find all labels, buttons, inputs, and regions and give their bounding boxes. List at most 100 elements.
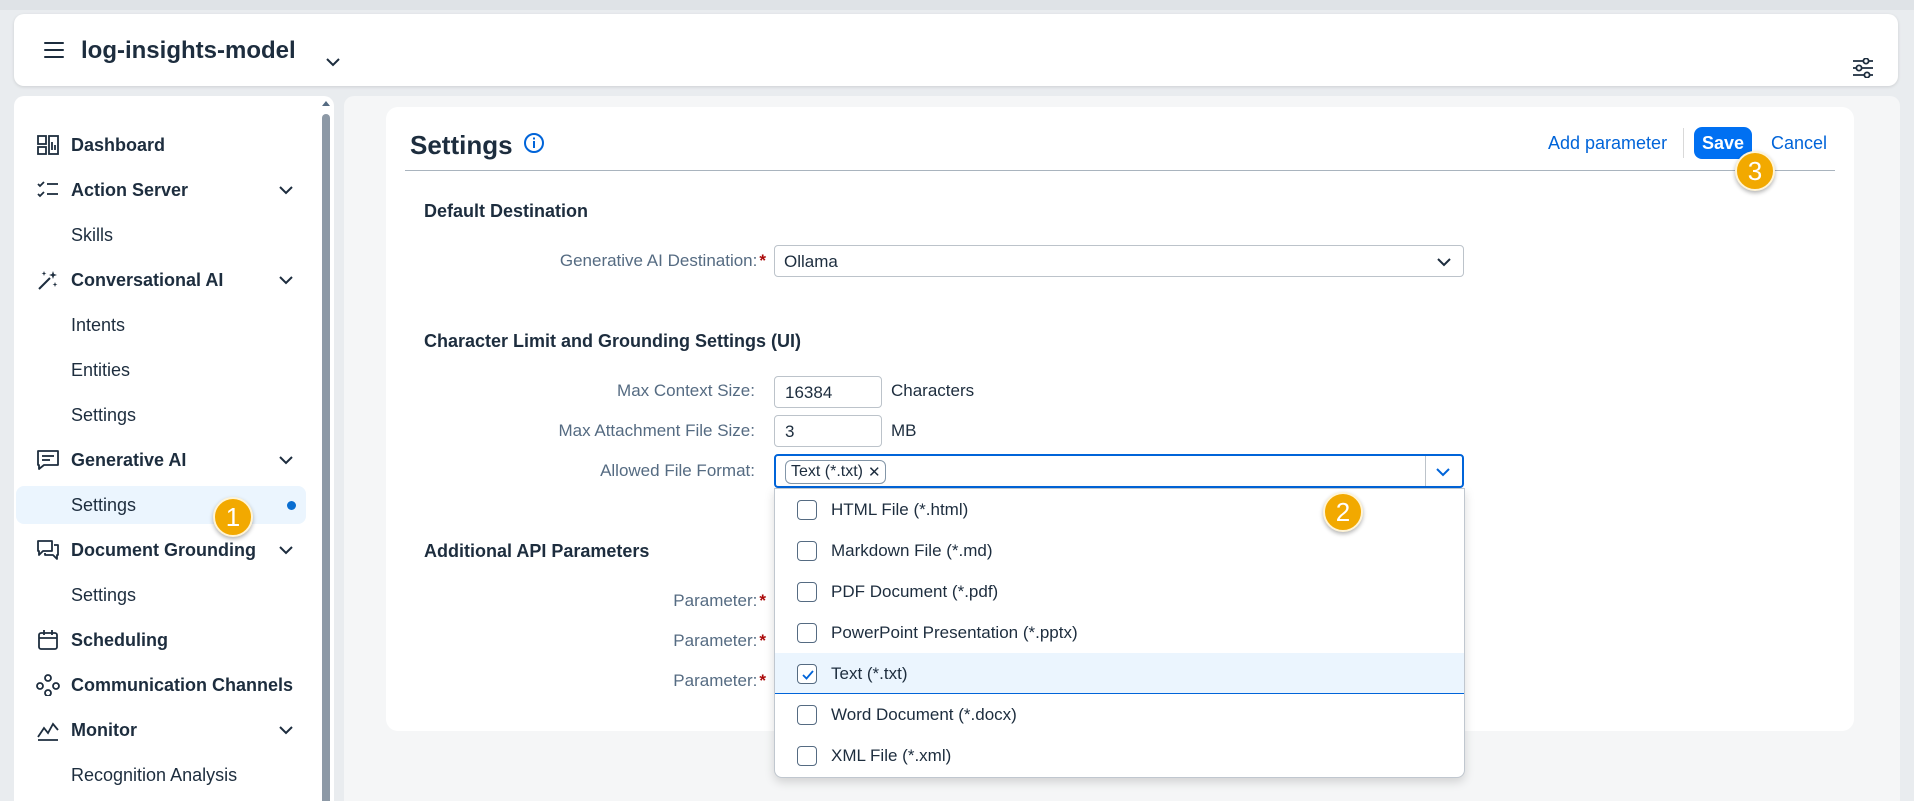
list-item[interactable]: PowerPoint Presentation (*.pptx)	[775, 612, 1464, 653]
chevron-down-icon[interactable]	[279, 545, 293, 555]
sidebar-item-label: Intents	[71, 314, 126, 335]
sidebar-item-label: Scheduling	[71, 629, 169, 650]
hamburger-menu-icon[interactable]	[44, 42, 64, 58]
list-item[interactable]: Markdown File (*.md)	[775, 530, 1464, 571]
sidebar-item-monitor[interactable]: Monitor	[16, 711, 306, 749]
file-format-dropdown: HTML File (*.html) Markdown File (*.md) …	[774, 488, 1465, 778]
chevron-down-icon[interactable]	[1436, 467, 1450, 477]
chevron-down-icon[interactable]	[279, 725, 293, 735]
token-label: Text (*.txt)	[791, 463, 864, 480]
required-marker: *	[759, 671, 766, 690]
add-parameter-button[interactable]: Add parameter	[1548, 133, 1667, 154]
option-label: Word Document (*.docx)	[831, 705, 1017, 724]
discussion-icon	[37, 540, 59, 560]
sidebar-item-conversational-ai[interactable]: Conversational AI	[16, 261, 306, 299]
field-label-parameter: Parameter: *	[673, 591, 766, 610]
checklist-icon	[37, 181, 58, 198]
sidebar-item-grounding-settings[interactable]: Settings	[16, 576, 306, 614]
sidebar-item-label: Recognition Analysis	[71, 764, 238, 785]
cancel-button[interactable]: Cancel	[1771, 133, 1827, 154]
chevron-down-icon[interactable]	[279, 275, 293, 285]
sidebar-item-scheduling[interactable]: Scheduling	[16, 621, 306, 659]
page-title: Settings	[410, 130, 513, 160]
checkbox[interactable]	[797, 541, 817, 561]
sidebar-item-conversational-settings[interactable]: Settings	[16, 396, 306, 434]
option-label: PDF Document (*.pdf)	[831, 582, 999, 601]
top-strip	[0, 0, 1914, 10]
sparkle-icon	[38, 271, 58, 290]
required-marker: *	[759, 631, 766, 650]
section-title-limits: Character Limit and Grounding Settings (…	[424, 331, 802, 351]
sidebar-item-entities[interactable]: Entities	[16, 351, 306, 389]
sliders-icon[interactable]	[1852, 58, 1874, 78]
info-icon[interactable]	[523, 132, 545, 154]
sidebar-item-label: Entities	[71, 359, 131, 380]
sidebar-item-label: Monitor	[71, 719, 137, 740]
required-marker: *	[759, 591, 766, 610]
field-label-parameter: Parameter: *	[673, 631, 766, 650]
sidebar-item-label: Generative AI	[71, 449, 187, 470]
chevron-down-icon[interactable]	[326, 57, 340, 67]
sidebar-item-dashboard[interactable]: Dashboard	[16, 126, 306, 164]
value-help-separator	[1425, 456, 1426, 486]
sidebar-item-label: Action Server	[71, 179, 189, 200]
selected-indicator	[287, 501, 296, 510]
scroll-up-icon[interactable]	[322, 100, 330, 108]
max-context-unit: Characters	[891, 381, 975, 400]
checkbox[interactable]	[797, 500, 817, 520]
option-label: XML File (*.xml)	[831, 746, 952, 765]
step-badge: 1	[213, 497, 253, 537]
section-title-default-destination: Default Destination	[424, 201, 589, 221]
option-label: HTML File (*.html)	[831, 500, 969, 519]
network-icon	[36, 674, 60, 696]
check-icon	[802, 670, 814, 680]
sidebar-item-skills[interactable]: Skills	[16, 216, 306, 254]
sidebar-item-document-grounding[interactable]: Document Grounding	[16, 531, 306, 569]
header-divider	[405, 170, 1835, 171]
toolbar-separator	[1683, 128, 1684, 158]
checkbox-checked[interactable]	[797, 664, 817, 684]
max-attachment-unit: MB	[891, 421, 917, 440]
sidebar-item-label: Conversational AI	[71, 269, 224, 290]
list-item[interactable]: Word Document (*.docx)	[775, 694, 1464, 735]
chevron-down-icon[interactable]	[279, 455, 293, 465]
chevron-down-icon	[1437, 258, 1451, 267]
option-label: Text (*.txt)	[831, 664, 908, 683]
checkbox[interactable]	[797, 623, 817, 643]
dashboard-icon	[37, 135, 59, 155]
field-label-destination: Generative AI Destination: *	[559, 251, 766, 270]
checkbox[interactable]	[797, 746, 817, 766]
sidebar-item-label: Settings	[71, 494, 137, 515]
required-marker: *	[759, 251, 766, 270]
sidebar-item-communication-channels[interactable]: Communication Channels	[16, 666, 306, 704]
chat-icon	[37, 450, 59, 470]
list-item[interactable]: XML File (*.xml)	[775, 735, 1464, 776]
checkbox[interactable]	[797, 705, 817, 725]
sidebar-item-action-server[interactable]: Action Server	[16, 171, 306, 209]
sidebar-item-generative-ai[interactable]: Generative AI	[16, 441, 306, 479]
sidebar-item-recognition-analysis[interactable]: Recognition Analysis	[16, 756, 306, 794]
app-title[interactable]: log-insights-model	[81, 37, 296, 65]
max-context-input[interactable]: 16384	[774, 376, 882, 408]
sidebar-item-generative-settings[interactable]: Settings	[16, 486, 306, 524]
checkbox[interactable]	[797, 582, 817, 602]
sidebar-item-label: Document Grounding	[71, 539, 256, 560]
sidebar-item-label: Settings	[71, 584, 137, 605]
chevron-down-icon[interactable]	[279, 185, 293, 195]
destination-select[interactable]: Ollama	[774, 245, 1464, 277]
section-title-api-params: Additional API Parameters	[424, 541, 650, 561]
calendar-icon	[38, 630, 58, 650]
destination-value: Ollama	[784, 252, 838, 271]
list-item[interactable]: PDF Document (*.pdf)	[775, 571, 1464, 612]
step-badge: 3	[1735, 151, 1775, 191]
field-label-max-context: Max Context Size:	[617, 381, 755, 400]
max-attachment-input[interactable]: 3	[774, 415, 882, 447]
list-item[interactable]: Text (*.txt)	[775, 653, 1464, 694]
allowed-format-multiselect[interactable]: Text (*.txt) ✕	[774, 454, 1464, 488]
sidebar-scrollbar[interactable]	[322, 114, 330, 801]
sidebar-item-intents[interactable]: Intents	[16, 306, 306, 344]
close-icon[interactable]: ✕	[868, 463, 881, 481]
token-text[interactable]: Text (*.txt) ✕	[785, 460, 886, 484]
option-label: Markdown File (*.md)	[831, 541, 993, 560]
field-label-parameter: Parameter: *	[673, 671, 766, 690]
